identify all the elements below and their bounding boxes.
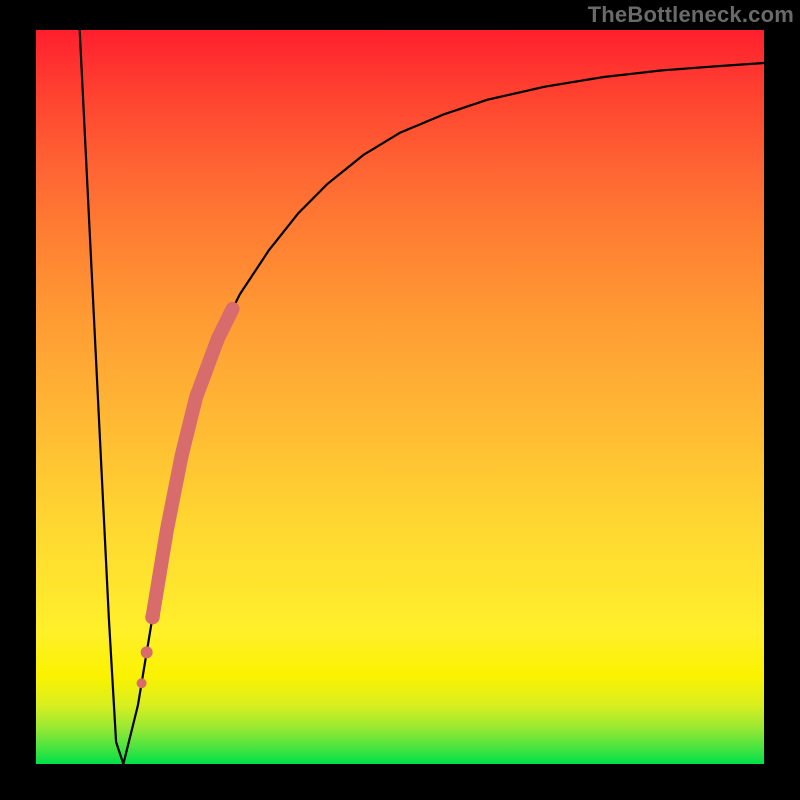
watermark-text: TheBottleneck.com: [588, 2, 794, 28]
highlight-dot: [137, 678, 147, 688]
highlight-dot: [145, 610, 159, 624]
highlight-dots: [137, 610, 160, 688]
bottleneck-curve: [80, 30, 764, 764]
bottleneck-curve-svg: [36, 30, 764, 764]
highlight-dot: [141, 646, 153, 658]
plot-area: [36, 30, 764, 764]
highlight-segment: [152, 309, 232, 617]
chart-frame: TheBottleneck.com: [0, 0, 800, 800]
